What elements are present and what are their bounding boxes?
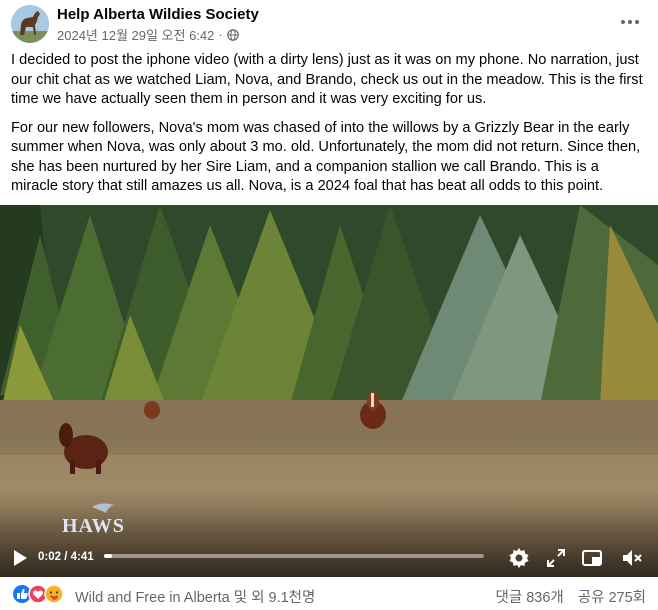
page-name[interactable]: Help Alberta Wildies Society [57, 6, 259, 23]
settings-gear-icon[interactable] [507, 546, 531, 570]
more-dot-icon [635, 20, 639, 24]
meta-separator: · [218, 27, 223, 42]
video-progress-bar[interactable] [104, 554, 484, 558]
comments-count[interactable]: 댓글 836개 [496, 586, 564, 607]
engagement-counts: 댓글 836개 공유 275회 [496, 586, 647, 607]
reactions-summary[interactable]: Wild and Free in Alberta 및 외 9.1천명 [75, 586, 315, 607]
video-time: 0:02 / 4:41 [38, 551, 94, 563]
play-icon[interactable] [12, 549, 28, 567]
horse-nova [144, 401, 160, 419]
shares-count[interactable]: 공유 275회 [578, 586, 646, 607]
video-player[interactable]: HAWS 0:02 / 4:41 [0, 205, 658, 577]
more-dot-icon [628, 20, 632, 24]
video-controls: 0:02 / 4:41 [0, 540, 658, 577]
post-meta: 2024년 12월 29일 오전 6:42 · [57, 25, 239, 44]
video-progress-fill [104, 554, 112, 558]
fullscreen-icon[interactable] [544, 546, 568, 570]
reaction-icons[interactable] [12, 584, 68, 604]
mute-icon[interactable] [620, 546, 644, 570]
post-paragraph: For our new followers, Nova's mom was ch… [11, 119, 641, 195]
haws-watermark: HAWS [62, 515, 125, 537]
more-dot-icon [621, 20, 625, 24]
post-footer: Wild and Free in Alberta 및 외 9.1천명 댓글 83… [0, 577, 658, 610]
globe-icon [226, 28, 239, 41]
post-header: Help Alberta Wildies Society 2024년 12월 2… [0, 0, 658, 48]
more-options-button[interactable] [616, 10, 644, 34]
picture-in-picture-icon[interactable] [580, 546, 604, 570]
post-body: I decided to post the iphone video (with… [11, 51, 647, 206]
post-paragraph: I decided to post the iphone video (with… [11, 52, 643, 107]
post-date[interactable]: 2024년 12월 29일 오전 6:42 [57, 25, 214, 44]
page-avatar[interactable] [11, 5, 49, 43]
care-icon [44, 584, 64, 604]
